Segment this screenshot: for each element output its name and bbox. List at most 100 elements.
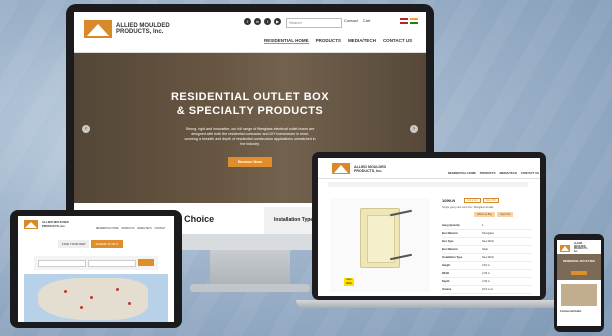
nav-residential-home[interactable]: RESIDENTIAL HOME <box>264 38 309 44</box>
spec-row: Box Material Nails <box>442 246 532 254</box>
cart-link[interactable]: Cart <box>363 18 371 23</box>
spec-key: Width <box>442 272 450 275</box>
carousel-next-icon[interactable]: › <box>410 125 418 133</box>
map-pin-icon[interactable] <box>80 306 83 309</box>
phone-hero-button[interactable] <box>571 271 587 275</box>
india-flag-icon[interactable] <box>410 18 418 24</box>
nav-media-tech[interactable]: MEDIA/TECH <box>348 38 376 44</box>
radius-select[interactable] <box>88 260 136 267</box>
search-input[interactable]: Search <box>286 18 342 28</box>
spec-key: Box Type <box>442 240 454 243</box>
spec-value: 1 <box>482 294 483 296</box>
logo-mark-icon <box>24 220 38 229</box>
desktop-screen: ALLIED MOULDED PRODUCTS, Inc. f in t ▶ S… <box>74 12 426 234</box>
search-button[interactable] <box>138 259 154 266</box>
tablet: ALLIED MOULDED PRODUCTS, Inc. RESIDENTIA… <box>10 210 182 328</box>
spec-key: Box Material <box>442 248 458 251</box>
spec-row: Gang Quantity 1 <box>442 222 532 230</box>
tablet-nav: RESIDENTIAL HOME PRODUCTS MEDIA/TECH CON… <box>96 228 166 230</box>
phone-section-text: Commercial Outlet <box>560 310 582 313</box>
utility-links: Contact Cart <box>344 18 370 23</box>
tab-find-rep[interactable]: FIND YOUR REP <box>58 240 90 248</box>
twitter-icon[interactable]: t <box>264 18 271 25</box>
spec-key: Volume <box>442 288 452 291</box>
main-nav: RESIDENTIAL HOME PRODUCTS MEDIA/TECH CON… <box>264 38 412 44</box>
logo-text: ALLIED MOULDED PRODUCTS, Inc. <box>116 23 170 35</box>
browse-now-button[interactable]: Browse Now <box>228 157 272 167</box>
nav-products[interactable]: PRODUCTS <box>316 38 341 44</box>
spec-value: 3.00 in <box>482 280 490 283</box>
spec-value: New Work <box>482 240 494 243</box>
monitor-foot <box>190 284 310 292</box>
map-pin-icon[interactable] <box>116 288 119 291</box>
spec-key: Height <box>442 264 451 267</box>
phone-screen: ALLIED MOULDED PRODUCTS, Inc. RESIDENTIA… <box>557 240 601 326</box>
tab-where-to-buy[interactable]: WHERE TO BUY <box>91 240 123 248</box>
spec-key: Number of Gangs <box>442 294 482 296</box>
map-pin-icon[interactable] <box>90 296 93 299</box>
where-to-buy-button[interactable]: Where to Buy <box>474 212 496 217</box>
spec-row: Width 2.25 in <box>442 270 532 278</box>
spec-row: Box Material Fiberglass <box>442 230 532 238</box>
nav-media-tech[interactable]: MEDIA/TECH <box>137 228 151 230</box>
spec-value: New Work <box>482 256 494 259</box>
nav-residential-home[interactable]: RESIDENTIAL HOME <box>448 171 476 175</box>
spec-row: Number of Gangs1 <box>442 294 532 296</box>
phone-hero-title: RESIDENTIAL OUTLET BOX <box>563 260 595 263</box>
nav-contact-us[interactable]: CONTACT US <box>383 38 412 44</box>
spec-value: 1 <box>482 224 484 227</box>
map-pin-icon[interactable] <box>128 302 131 305</box>
product-title: 1099-N <box>442 198 456 203</box>
social-links: f in t ▶ <box>244 18 281 25</box>
spec-row: Volume 22.5 cu in <box>442 286 532 294</box>
ask-rep-button[interactable]: Ask a rep <box>464 198 481 203</box>
map-landmass <box>38 278 148 320</box>
spec-row: Installation Type New Work <box>442 254 532 262</box>
contact-link[interactable]: Contact <box>344 18 358 23</box>
location-input[interactable] <box>38 260 86 267</box>
us-flag-icon[interactable] <box>400 18 408 24</box>
linkedin-icon[interactable]: in <box>254 18 261 25</box>
nav-contact-us[interactable]: CONTACT US <box>521 171 539 175</box>
phone-logo[interactable]: ALLIED MOULDED PRODUCTS, Inc. <box>560 243 590 253</box>
locator-tabs: FIND YOUR REP WHERE TO BUY <box>58 240 123 248</box>
phone-image <box>561 284 597 306</box>
locator-form <box>34 256 158 270</box>
logo-mark-icon <box>84 20 112 38</box>
hero-title-line2: & SPECIALTY PRODUCTS <box>176 105 324 117</box>
spec-key: Box Material <box>442 232 458 235</box>
company-logo[interactable]: ALLIED MOULDED PRODUCTS, Inc. <box>84 20 176 38</box>
product-actions: Ask a rep Spec Sht <box>464 198 499 203</box>
nav-products[interactable]: PRODUCTS <box>122 228 135 230</box>
nav-contact[interactable]: CONTACT <box>155 228 166 230</box>
spec-row: Box Type New Work <box>442 238 532 246</box>
product-image[interactable]: New Work <box>330 198 430 292</box>
spec-table: Gang Quantity 1 Box Material Fiberglass Box … <box>442 222 532 296</box>
spec-sheet-button[interactable]: Spec Sht <box>497 212 514 217</box>
spec-row: Depth 3.00 in <box>442 278 532 286</box>
product-description: Single gang new work box, fiberglass w/n… <box>442 206 494 209</box>
facebook-icon[interactable]: f <box>244 18 251 25</box>
tablet-screen: ALLIED MOULDED PRODUCTS, Inc. RESIDENTIA… <box>18 216 174 322</box>
spec-key: Depth <box>442 280 450 283</box>
spec-key: Gang Quantity <box>442 224 460 227</box>
spec-sheet-button[interactable]: Spec Sht <box>482 198 499 203</box>
nav-products[interactable]: PRODUCTS <box>480 171 496 175</box>
dealer-map[interactable] <box>24 274 168 322</box>
install-type-label: Installation Type <box>274 217 314 223</box>
product-cta: Where to Buy Spec Sht <box>474 212 514 217</box>
nav-residential-home[interactable]: RESIDENTIAL HOME <box>96 228 119 230</box>
spec-value: 3.81 in <box>482 264 490 267</box>
tablet-logo[interactable]: ALLIED MOULDED PRODUCTS, Inc. <box>24 220 72 229</box>
hero-title-line1: RESIDENTIAL OUTLET BOX <box>170 91 330 103</box>
spec-key: Installation Type <box>442 256 463 259</box>
hero-banner: RESIDENTIAL OUTLET BOX & SPECIALTY PRODU… <box>74 53 426 203</box>
map-pin-icon[interactable] <box>64 290 67 293</box>
carousel-prev-icon[interactable]: ‹ <box>82 125 90 133</box>
site-header: ALLIED MOULDED PRODUCTS, Inc. f in t ▶ S… <box>74 12 426 53</box>
language-flags <box>400 18 418 24</box>
nav-media-tech[interactable]: MEDIA/TECH <box>499 171 516 175</box>
laptop-nav: RESIDENTIAL HOME PRODUCTS MEDIA/TECH CON… <box>448 171 539 175</box>
youtube-icon[interactable]: ▶ <box>274 18 281 25</box>
spec-value: Fiberglass <box>482 232 494 235</box>
